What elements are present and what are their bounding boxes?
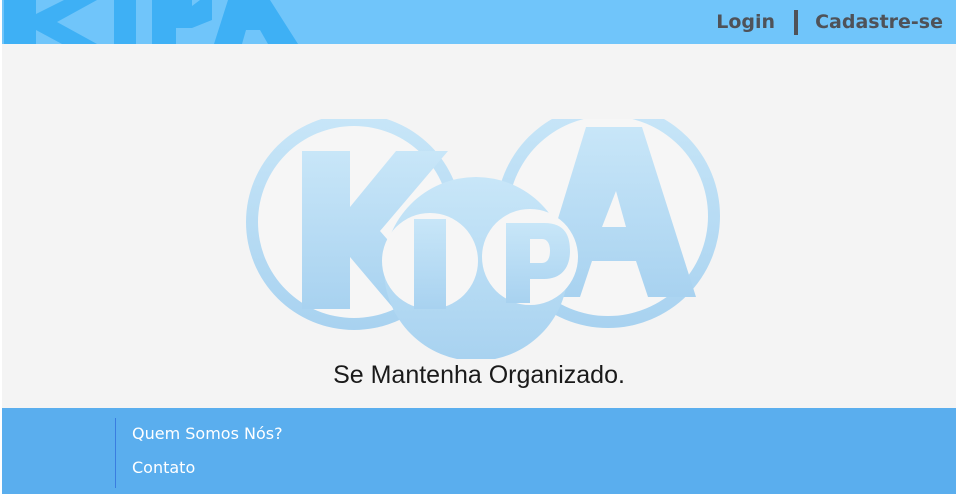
tagline: Se Mantenha Organizado.	[333, 361, 625, 389]
page: Login Cadastre-se Se Mantenha Organizado…	[2, 0, 956, 495]
nav-separator	[794, 9, 799, 35]
footer-link-about[interactable]: Quem Somos Nós?	[132, 425, 283, 452]
footer-link-contact[interactable]: Contato	[132, 459, 283, 486]
footer-links: Quem Somos Nós? Contato	[115, 418, 283, 488]
kipa-logo	[246, 119, 720, 359]
main-hero: Se Mantenha Organizado.	[2, 44, 956, 408]
header-nav: Login Cadastre-se	[716, 0, 943, 44]
footer: Quem Somos Nós? Contato	[2, 408, 956, 494]
header: Login Cadastre-se	[2, 0, 956, 44]
login-link[interactable]: Login	[716, 11, 775, 33]
header-logo[interactable]	[2, 0, 302, 44]
signup-link[interactable]: Cadastre-se	[815, 11, 943, 33]
